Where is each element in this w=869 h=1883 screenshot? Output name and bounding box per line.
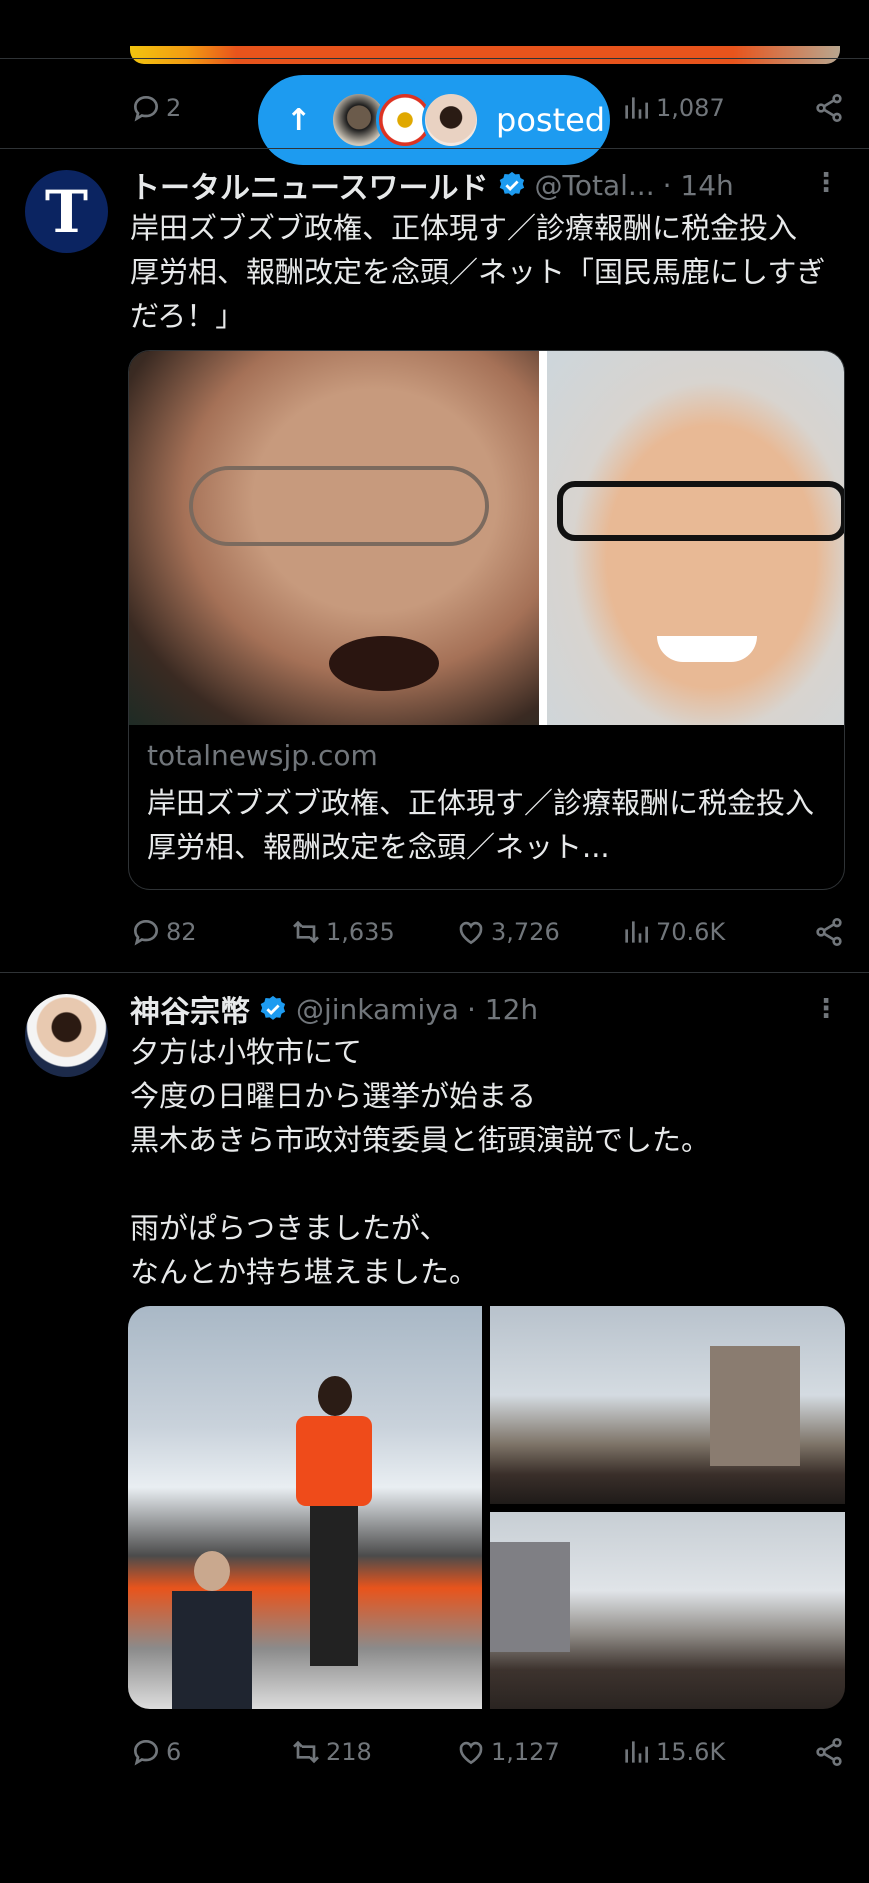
divider bbox=[0, 972, 869, 973]
views-icon bbox=[625, 1741, 648, 1763]
photo-speech[interactable] bbox=[128, 1306, 482, 1709]
views-icon bbox=[625, 921, 648, 943]
retweet-icon bbox=[293, 1740, 319, 1764]
tweet-time[interactable]: · 14h bbox=[663, 169, 734, 202]
like-button[interactable]: 1,127 bbox=[455, 1736, 620, 1768]
new-posts-pill[interactable]: ↑ posted bbox=[258, 75, 610, 165]
retweet-icon bbox=[293, 920, 319, 944]
tweet-header: 神谷宗幣 @jinkamiya · 12h bbox=[130, 987, 845, 1031]
photo-crowd-street[interactable] bbox=[490, 1512, 845, 1709]
author-handle[interactable]: @Total... bbox=[535, 169, 655, 202]
more-options-icon[interactable]: ⋮ bbox=[813, 994, 839, 1024]
link-card[interactable]: totalnewsjp.com 岸田ズブズブ政権、正体現す／診療報酬に税金投入 … bbox=[128, 350, 845, 890]
photo-right bbox=[547, 351, 844, 725]
author-name[interactable]: 神谷宗幣 bbox=[130, 987, 250, 1031]
photo-left bbox=[129, 351, 539, 725]
pill-label: posted bbox=[496, 101, 606, 139]
retweet-button[interactable]: 218 bbox=[290, 1736, 455, 1768]
tweet-text: 岸田ズブズブ政権、正体現す／診療報酬に税金投入 厚労相、報酬改定を念頭／ネット「… bbox=[130, 211, 827, 333]
reply-icon bbox=[133, 1739, 159, 1766]
reply-button[interactable]: 6 bbox=[130, 1736, 290, 1768]
tweet-actions: 82 1,635 3,726 70.6K bbox=[130, 912, 845, 952]
author-avatar[interactable] bbox=[25, 994, 108, 1077]
reply-icon bbox=[133, 919, 159, 946]
retweet-button[interactable]: 1,635 bbox=[290, 916, 455, 948]
divider bbox=[0, 58, 869, 59]
verified-badge-icon bbox=[499, 171, 524, 196]
photo-crowd-building[interactable] bbox=[490, 1306, 845, 1504]
tweet-header: トータルニュースワールド @Total... · 14h bbox=[130, 163, 845, 207]
card-domain: totalnewsjp.com bbox=[147, 739, 378, 772]
views-button[interactable]: 15.6K bbox=[620, 1736, 785, 1768]
author-name[interactable]: トータルニュースワールド bbox=[130, 163, 489, 207]
reply-icon bbox=[133, 95, 159, 122]
views-button[interactable]: 1,087 bbox=[620, 92, 785, 124]
tweet-time[interactable]: · 12h bbox=[467, 993, 538, 1026]
tweet-actions: 6 218 1,127 15.6K bbox=[130, 1732, 845, 1772]
views-button[interactable]: 70.6K bbox=[620, 916, 785, 948]
arrow-up-icon: ↑ bbox=[286, 102, 312, 138]
previous-tweet-image-strip bbox=[0, 0, 869, 64]
divider bbox=[0, 148, 869, 149]
card-title: 岸田ズブズブ政権、正体現す／診療報酬に税金投入 厚労相、報酬改定を念頭／ネット.… bbox=[147, 786, 844, 864]
posted-avatars bbox=[330, 91, 480, 149]
verified-badge-icon bbox=[260, 995, 286, 1020]
share-button[interactable] bbox=[813, 92, 845, 124]
reply-button[interactable]: 82 bbox=[130, 916, 290, 948]
share-icon bbox=[816, 1738, 842, 1766]
author-avatar[interactable]: T bbox=[25, 170, 108, 253]
views-icon bbox=[625, 97, 648, 119]
avatar bbox=[422, 91, 480, 149]
share-icon bbox=[816, 918, 842, 946]
more-options-icon[interactable]: ⋮ bbox=[813, 168, 839, 198]
card-image bbox=[129, 351, 844, 725]
heart-icon bbox=[459, 1741, 483, 1765]
share-button[interactable] bbox=[813, 1736, 845, 1768]
share-button[interactable] bbox=[813, 916, 845, 948]
tweet-text: 夕方は小牧市にて 今度の日曜日から選挙が始まる 黒木あきら市政対策委員と街頭演説… bbox=[130, 1035, 711, 1289]
photo-grid bbox=[128, 1306, 845, 1709]
author-handle[interactable]: @jinkamiya bbox=[296, 993, 459, 1026]
share-icon bbox=[816, 94, 842, 122]
heart-icon bbox=[459, 921, 483, 945]
like-button[interactable]: 3,726 bbox=[455, 916, 620, 948]
